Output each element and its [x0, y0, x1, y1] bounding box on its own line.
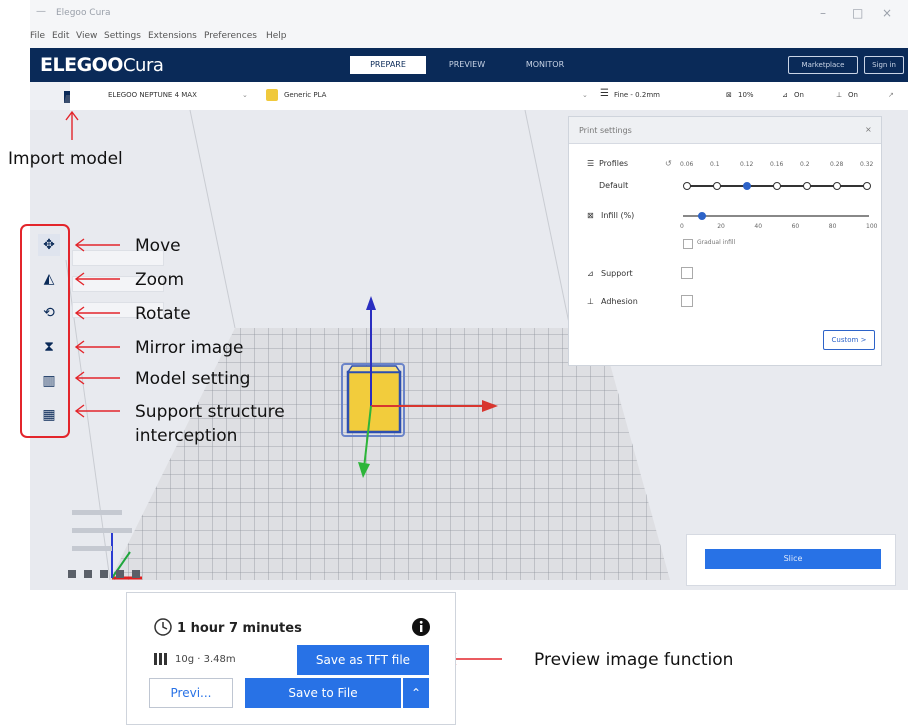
arrow-model-setting [74, 371, 120, 385]
support-interception-label-line1: Support structure [135, 402, 285, 422]
save-to-file-button[interactable]: Save to File [245, 678, 401, 708]
rotate-label: Rotate [135, 304, 191, 324]
preview-button[interactable]: Previ... [149, 678, 233, 708]
save-as-tft-button[interactable]: Save as TFT file [297, 645, 429, 675]
material-usage: 10g · 3.48m [175, 654, 236, 665]
support-interception-label-line2: interception [135, 426, 238, 446]
print-info-popup: 1 hour 7 minutes 10g · 3.48m Save as TFT… [126, 592, 456, 725]
arrow-rotate [74, 306, 120, 320]
arrow-import-model [65, 110, 79, 140]
save-options-button[interactable]: ⌃ [403, 678, 429, 708]
chevron-up-icon: ⌃ [410, 686, 422, 700]
clock-icon [154, 618, 172, 636]
arrow-mirror [74, 340, 120, 354]
arrow-preview [446, 652, 502, 666]
mirror-image-label: Mirror image [135, 338, 244, 358]
import-model-label: Import model [8, 149, 123, 169]
model-setting-label: Model setting [135, 369, 251, 389]
zoom-label: Zoom [135, 270, 185, 290]
print-time: 1 hour 7 minutes [177, 621, 302, 636]
info-icon[interactable] [411, 617, 431, 637]
move-label: Move [135, 236, 181, 256]
preview-function-label: Preview image function [534, 650, 734, 670]
material-icon [154, 653, 167, 665]
arrow-move [74, 238, 120, 252]
arrow-support-interception [74, 404, 120, 418]
arrow-zoom [74, 272, 120, 286]
